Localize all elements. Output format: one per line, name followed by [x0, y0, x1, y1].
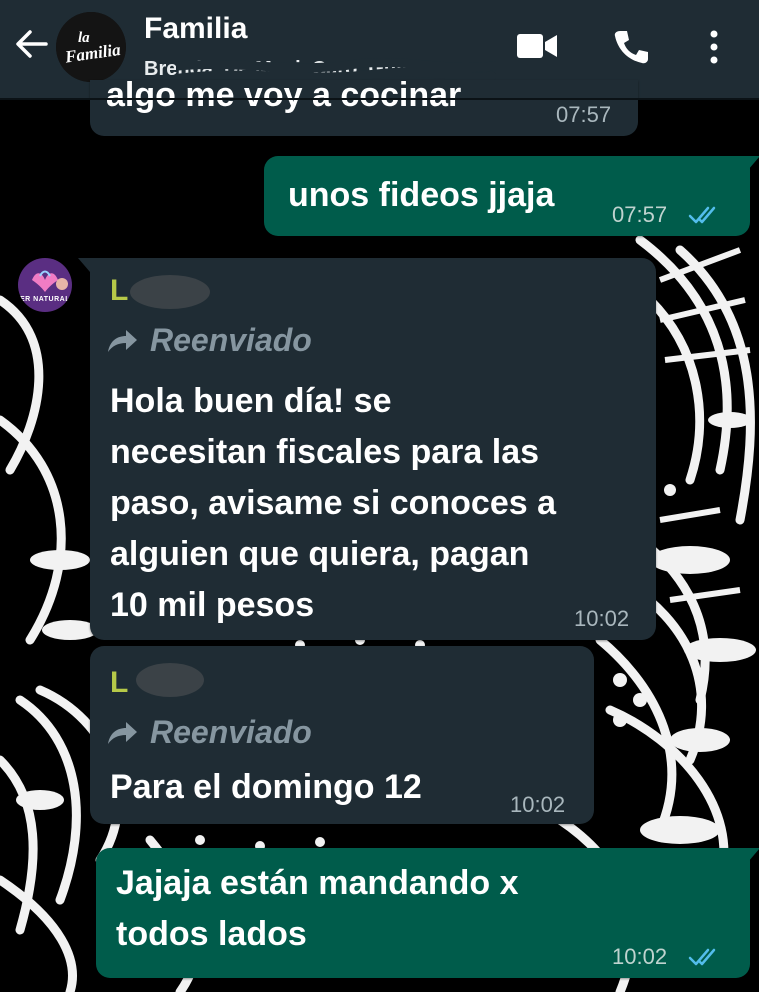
- read-ticks-icon: [688, 206, 716, 224]
- sender-name[interactable]: L: [110, 666, 128, 700]
- incoming-forwarded-message[interactable]: L Reenviado Hola buen día! se necesitan …: [90, 258, 656, 640]
- message-text: unos fideos jjaja: [288, 176, 555, 214]
- message-text: algo me voy a cocinar: [106, 76, 462, 114]
- message-time: 07:57: [556, 102, 612, 127]
- message-time: 10:02: [510, 792, 566, 817]
- phone-icon[interactable]: [612, 28, 650, 66]
- arrow-left-icon[interactable]: [14, 26, 50, 62]
- bubble-tail: [748, 848, 759, 862]
- sender-name-redaction: [130, 275, 210, 309]
- video-camera-icon[interactable]: [515, 28, 559, 64]
- chat-title[interactable]: Familia: [144, 12, 247, 46]
- outgoing-message[interactable]: unos fideos jjaja 07:57: [264, 156, 750, 236]
- message-line: alguien que quiera, pagan: [110, 535, 530, 573]
- bubble-tail: [78, 258, 90, 272]
- forward-arrow-icon: [108, 329, 137, 352]
- bubble-tail: [748, 156, 759, 170]
- forwarded-label: Reenviado: [106, 714, 312, 751]
- forwarded-text: Reenviado: [150, 322, 312, 358]
- message-text: Para el domingo 12: [110, 768, 422, 806]
- message-time: 10:02: [612, 944, 668, 969]
- sender-avatar-label: ER NATURAL: [20, 296, 70, 303]
- message-line: Jajaja están mandando x: [116, 864, 519, 902]
- read-ticks-icon: [688, 948, 716, 966]
- header-divider: [0, 98, 759, 100]
- message-line: paso, avisame si conoces a: [110, 484, 557, 522]
- forwarded-text: Reenviado: [150, 714, 312, 750]
- outgoing-message[interactable]: Jajaja están mandando x todos lados 10:0…: [96, 848, 750, 978]
- message-text: Hola buen día! se necesitan fiscales par…: [110, 376, 650, 631]
- incoming-forwarded-message[interactable]: L Reenviado Para el domingo 12 10:02: [90, 646, 594, 824]
- message-time: 07:57: [612, 202, 668, 227]
- forward-arrow-icon: [108, 721, 137, 744]
- sender-avatar[interactable]: ER NATURAL: [18, 258, 72, 312]
- more-vertical-icon[interactable]: [704, 28, 724, 66]
- incoming-message[interactable]: algo me voy a cocinar 07:57: [90, 76, 638, 136]
- message-line: Hola buen día! se: [110, 382, 392, 420]
- message-line: necesitan fiscales para las: [110, 433, 540, 471]
- sender-name-redaction: [136, 663, 204, 697]
- forwarded-label: Reenviado: [106, 322, 312, 359]
- message-time: 10:02: [574, 606, 630, 631]
- message-line: 10 mil pesos: [110, 586, 315, 624]
